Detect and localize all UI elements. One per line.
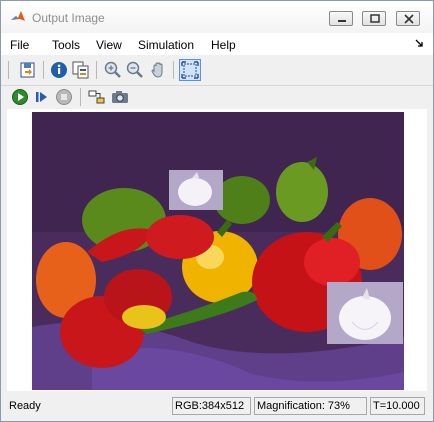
menu-help[interactable]: Help xyxy=(211,38,236,52)
save-button[interactable] xyxy=(18,60,38,80)
zoom-in-icon xyxy=(104,61,121,78)
snapshot-icon xyxy=(112,91,128,103)
copy-params-icon xyxy=(72,61,89,79)
menu-file[interactable]: File xyxy=(10,38,29,52)
step-forward-icon xyxy=(36,92,47,102)
maximize-button[interactable] xyxy=(362,11,386,26)
simulation-toolbar xyxy=(1,86,433,108)
toolbar-separator xyxy=(80,88,81,106)
stop-icon xyxy=(56,89,72,105)
stop-button[interactable] xyxy=(54,87,74,107)
toolbar-separator xyxy=(96,61,97,79)
info-button[interactable] xyxy=(49,60,69,80)
status-rgb-text: RGB:384x512 xyxy=(175,400,245,412)
matlab-logo-icon xyxy=(11,11,25,21)
menu-simulation[interactable]: Simulation xyxy=(138,38,194,52)
output-image-window: Output Image File Tools View Simulation … xyxy=(0,0,434,422)
image-viewer[interactable] xyxy=(7,109,427,391)
status-magnification-text: Magnification: 73% xyxy=(257,400,350,412)
toolbar-separator xyxy=(43,61,44,79)
menu-bar: File Tools View Simulation Help xyxy=(1,33,433,55)
menu-view[interactable]: View xyxy=(96,38,122,52)
zoom-out-button[interactable] xyxy=(125,60,145,80)
pan-icon xyxy=(151,62,163,78)
status-rgb: RGB:384x512 xyxy=(172,397,251,415)
close-button[interactable] xyxy=(396,11,420,26)
status-ready-text: Ready xyxy=(9,400,41,412)
run-button[interactable] xyxy=(10,87,30,107)
title-bar[interactable]: Output Image xyxy=(1,1,433,33)
snapshot-button[interactable] xyxy=(110,87,130,107)
toolbar-separator xyxy=(173,61,174,79)
window-title: Output Image xyxy=(32,11,105,25)
step-forward-button[interactable] xyxy=(32,87,52,107)
save-icon xyxy=(20,62,35,78)
fit-to-window-button[interactable] xyxy=(179,59,201,81)
dock-arrow-icon[interactable] xyxy=(415,39,423,47)
status-time: T=10.000 xyxy=(370,397,425,415)
run-icon xyxy=(12,89,28,105)
highlight-block-icon xyxy=(88,90,105,104)
copy-params-button[interactable] xyxy=(71,60,91,80)
fit-to-window-icon xyxy=(181,61,199,79)
status-magnification: Magnification: 73% xyxy=(254,397,367,415)
zoom-out-icon xyxy=(126,61,143,78)
zoom-in-button[interactable] xyxy=(103,60,123,80)
main-toolbar xyxy=(1,55,433,86)
minimize-button[interactable] xyxy=(329,11,353,26)
highlight-block-button[interactable] xyxy=(87,87,107,107)
toolbar-grip xyxy=(8,61,9,79)
status-time-text: T=10.000 xyxy=(373,400,420,412)
info-icon xyxy=(51,62,67,78)
peppers-image[interactable] xyxy=(32,112,404,390)
pan-button[interactable] xyxy=(149,60,169,80)
menu-tools[interactable]: Tools xyxy=(52,38,80,52)
status-bar: Ready RGB:384x512 Magnification: 73% T=1… xyxy=(1,393,433,421)
